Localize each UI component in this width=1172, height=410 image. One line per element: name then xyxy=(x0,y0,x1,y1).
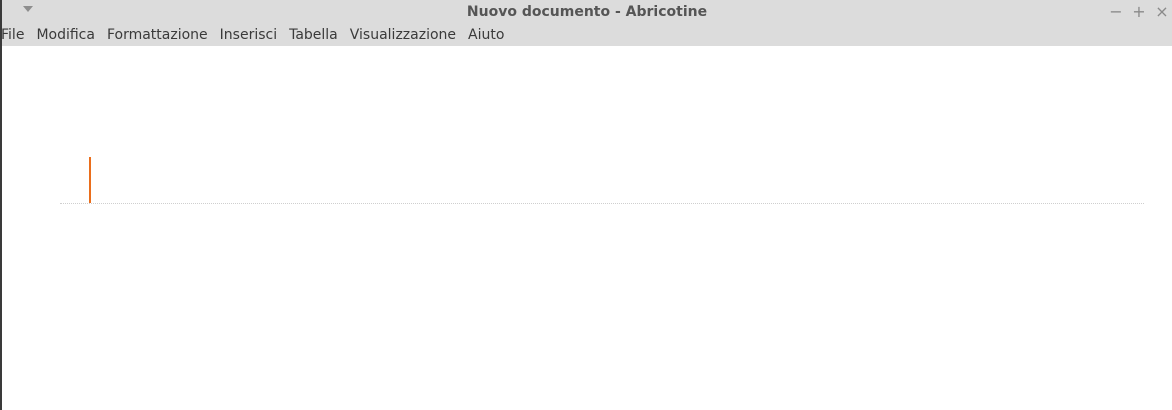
text-caret xyxy=(89,157,91,203)
menu-modifica[interactable]: Modifica xyxy=(30,24,101,46)
menu-file[interactable]: File xyxy=(1,24,30,46)
maximize-button[interactable]: + xyxy=(1131,2,1147,21)
menu-aiuto[interactable]: Aiuto xyxy=(462,24,510,46)
menu-visualizzazione[interactable]: Visualizzazione xyxy=(344,24,462,46)
menu-inserisci[interactable]: Inserisci xyxy=(214,24,283,46)
menu-bar: File Modifica Formattazione Inserisci Ta… xyxy=(1,24,510,46)
window-title: Nuovo documento - Abricotine xyxy=(466,4,708,20)
minimize-button[interactable]: − xyxy=(1108,2,1124,21)
menu-formattazione[interactable]: Formattazione xyxy=(101,24,214,46)
line-divider xyxy=(60,203,1144,204)
title-bar[interactable]: Nuovo documento - Abricotine − + × File … xyxy=(1,0,1172,46)
editor-area[interactable] xyxy=(2,46,1172,410)
menu-tabella[interactable]: Tabella xyxy=(283,24,344,46)
close-button[interactable]: × xyxy=(1154,2,1170,21)
